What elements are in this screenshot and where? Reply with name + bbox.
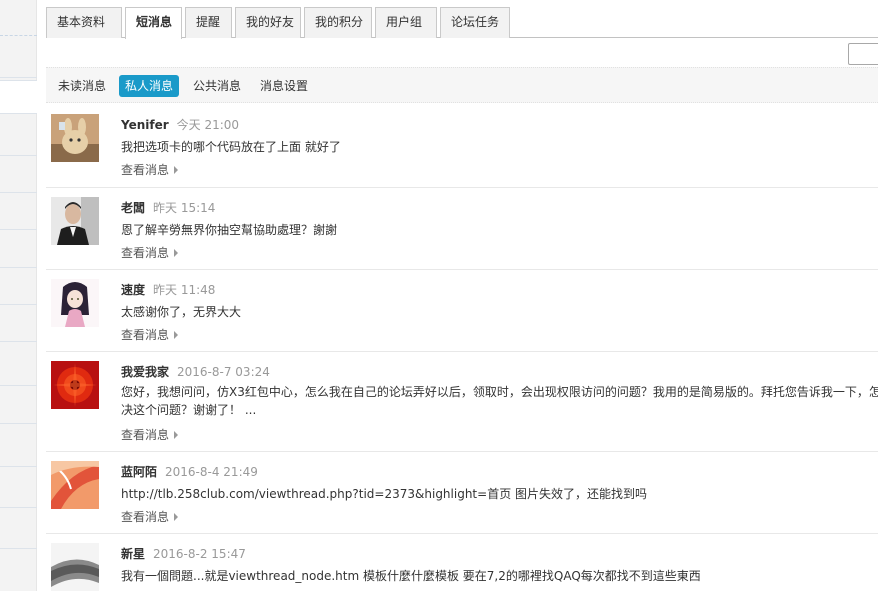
- sidebar-divider: [0, 304, 37, 305]
- sidebar-divider: [0, 229, 37, 230]
- message-text: http://tlb.258club.com/viewthread.php?ti…: [121, 487, 648, 501]
- sidebar-divider: [0, 77, 37, 78]
- sidebar-divider: [0, 548, 37, 549]
- view-message-link[interactable]: 查看消息: [121, 508, 179, 525]
- profile-tabs: 基本资料 短消息 提醒 我的好友 我的积分 用户组 论坛任务: [46, 7, 878, 39]
- username[interactable]: 老闆: [121, 201, 145, 215]
- message-item: 我爱我家 2016-8-7 03:24 您好，我想问问，仿X3红包中心，怎么我在自…: [46, 352, 878, 452]
- message-subnav: 未读消息 私人消息 公共消息 消息设置: [46, 67, 878, 103]
- message-time: 2016-8-4 21:49: [165, 465, 258, 479]
- subtab-private[interactable]: 私人消息: [119, 75, 180, 97]
- avatar-image: [51, 461, 99, 509]
- subtab-settings[interactable]: 消息设置: [254, 75, 314, 97]
- message-text: 太感谢你了，无界大大: [121, 305, 242, 319]
- message-meta: Yenifer 今天 21:00: [121, 116, 239, 133]
- message-text: 您好，我想问问，仿X3红包中心，怎么我在自己的论坛弄好以后，领取时，会出现权限访…: [121, 385, 878, 417]
- avatar[interactable]: [51, 543, 99, 591]
- sidebar-divider: [0, 385, 37, 386]
- message-meta: 速度 昨天 11:48: [121, 281, 215, 298]
- sidebar-divider: [0, 507, 37, 508]
- tab-friends[interactable]: 我的好友: [235, 7, 301, 38]
- username[interactable]: 我爱我家: [121, 365, 169, 379]
- sidebar-divider: [0, 35, 37, 36]
- arrow-right-icon: [174, 166, 179, 174]
- avatar-image: [51, 543, 99, 591]
- sidebar-divider: [0, 192, 37, 193]
- sidebar-selected-item[interactable]: [0, 80, 37, 114]
- tab-points[interactable]: 我的积分: [304, 7, 372, 38]
- avatar-image: [51, 279, 99, 327]
- avatar-image: [51, 197, 99, 245]
- username[interactable]: Yenifer: [121, 118, 169, 132]
- search-input[interactable]: [848, 43, 878, 65]
- message-time: 昨天 11:48: [153, 283, 216, 297]
- tab-usergroup[interactable]: 用户组: [375, 7, 437, 38]
- message-meta: 我爱我家 2016-8-7 03:24: [121, 363, 270, 380]
- message-item: Yenifer 今天 21:00 我把选项卡的哪个代码放在了上面 就好了 查看消息: [46, 105, 878, 188]
- view-message-link[interactable]: 查看消息: [121, 161, 179, 178]
- tab-forum-tasks[interactable]: 论坛任务: [440, 7, 510, 38]
- arrow-right-icon: [174, 513, 179, 521]
- message-meta: 老闆 昨天 15:14: [121, 199, 215, 216]
- message-time: 2016-8-7 03:24: [177, 365, 270, 379]
- tab-profile[interactable]: 基本资料: [46, 7, 122, 38]
- username[interactable]: 新星: [121, 547, 145, 561]
- username[interactable]: 蓝阿陌: [121, 465, 157, 479]
- subtab-public[interactable]: 公共消息: [187, 75, 247, 97]
- message-time: 今天 21:00: [176, 118, 240, 132]
- avatar[interactable]: [51, 197, 99, 245]
- view-message-link[interactable]: 查看消息: [121, 244, 179, 261]
- message-text: 我把选项卡的哪个代码放在了上面 就好了: [121, 140, 341, 154]
- subtab-unread[interactable]: 未读消息: [52, 75, 112, 97]
- tab-messages[interactable]: 短消息: [125, 7, 182, 39]
- message-text: 恩了解辛勞無界你抽空幫協助處理？謝謝: [121, 223, 338, 237]
- avatar-image: [51, 114, 99, 162]
- tab-reminders[interactable]: 提醒: [185, 7, 232, 38]
- arrow-right-icon: [174, 331, 179, 339]
- message-meta: 蓝阿陌 2016-8-4 21:49: [121, 463, 258, 480]
- view-message-link[interactable]: 查看消息: [121, 326, 179, 343]
- avatar[interactable]: [51, 461, 99, 509]
- message-item: 新星 2016-8-2 15:47 我有一個問題...就是viewthread_n…: [46, 534, 878, 591]
- message-item: 速度 昨天 11:48 太感谢你了，无界大大 查看消息: [46, 270, 878, 352]
- arrow-right-icon: [174, 431, 179, 439]
- avatar[interactable]: [51, 279, 99, 327]
- message-item: 老闆 昨天 15:14 恩了解辛勞無界你抽空幫協助處理？謝謝 查看消息: [46, 188, 878, 270]
- message-time: 2016-8-2 15:47: [153, 547, 246, 561]
- arrow-right-icon: [174, 249, 179, 257]
- avatar[interactable]: [51, 114, 99, 162]
- sidebar-divider: [0, 267, 37, 268]
- message-item: 蓝阿陌 2016-8-4 21:49 http://tlb.258club.com…: [46, 452, 878, 534]
- sidebar-divider: [0, 466, 37, 467]
- avatar-image: [51, 361, 99, 409]
- message-meta: 新星 2016-8-2 15:47: [121, 545, 246, 562]
- sidebar-divider: [0, 341, 37, 342]
- message-text: 我有一個問題...就是viewthread_node.htm 模板什麼什麼模板 …: [121, 569, 701, 583]
- sidebar-divider: [0, 155, 37, 156]
- message-time: 昨天 15:14: [153, 201, 216, 215]
- sidebar-divider: [0, 423, 37, 424]
- left-sidebar: [0, 0, 37, 591]
- username[interactable]: 速度: [121, 283, 145, 297]
- view-message-link[interactable]: 查看消息: [121, 426, 179, 443]
- avatar[interactable]: [51, 361, 99, 409]
